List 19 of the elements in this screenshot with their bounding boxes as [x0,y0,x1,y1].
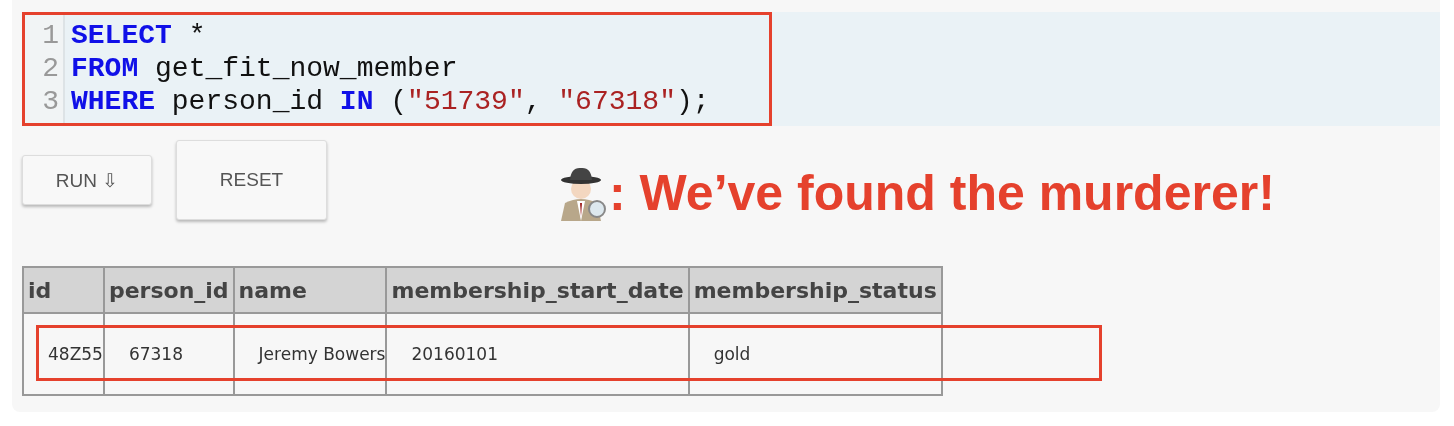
reset-button[interactable]: RESET [176,140,327,220]
line-number: 1 [41,19,60,52]
code-line: SELECT * [71,19,207,52]
column-header: membership_status [688,267,942,313]
line-number: 2 [41,52,60,85]
column-header: person_id [103,267,234,313]
code-editor[interactable]: 1 2 3 SELECT * FROM get_fit_now_member WHERE person_id IN ("51739", "67318"); [22,12,772,126]
code-line: WHERE person_id IN ("51739", "67318"); [71,85,710,118]
run-button[interactable]: RUN ⇩ [22,155,152,205]
table-cell: gold [688,313,942,395]
table-cell: 20160101 [386,313,689,395]
column-header: name [233,267,387,313]
table-cell: 67318 [103,313,234,395]
result-message: : We’ve found the murderer! [609,164,1275,222]
table-cell: Jeremy Bowers [233,313,387,395]
line-number: 3 [41,85,60,118]
column-header: membership_start_date [386,267,689,313]
column-header: id [23,267,104,313]
code-line: FROM get_fit_now_member [71,52,459,85]
